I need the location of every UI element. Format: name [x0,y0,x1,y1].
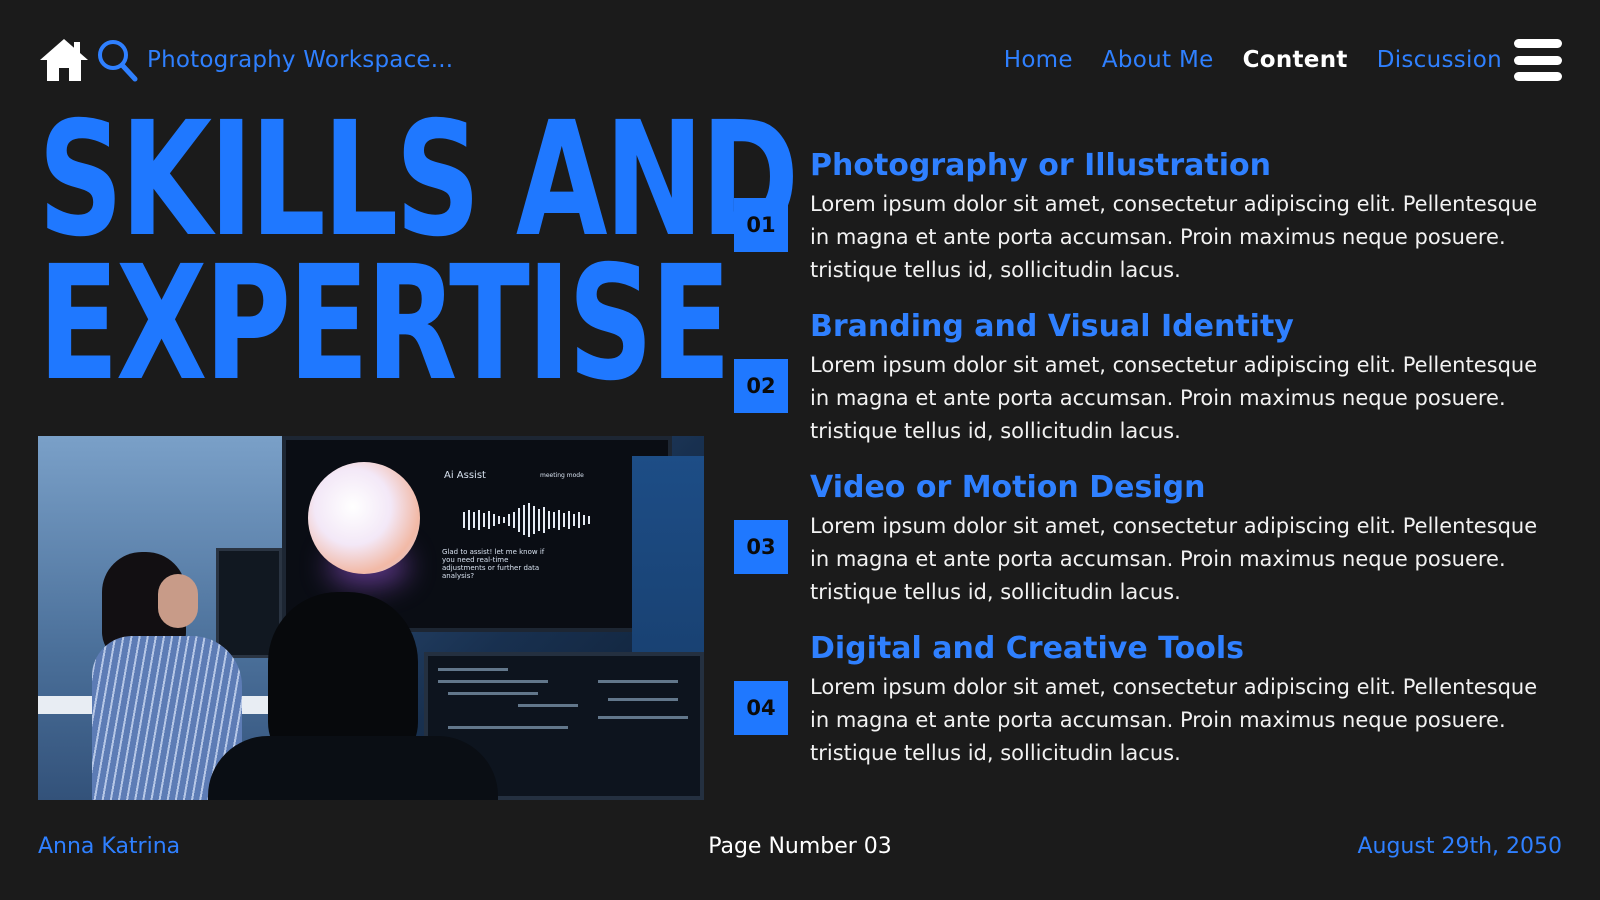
skill-item: 02 Branding and Visual Identity Lorem ip… [734,297,1564,458]
footer: Anna Katrina Page Number 03 August 29th,… [38,830,1562,862]
photo-screen-message: Glad to assist! let me know if you need … [442,548,545,580]
skill-number-badge: 01 [734,197,788,252]
photo-screen-mode: meeting mode [540,472,584,479]
slide-page: Photography Workspace... Home About Me C… [0,0,1600,900]
photo-code-line [438,680,548,683]
skill-number-badge: 04 [734,680,788,735]
footer-date: August 29th, 2050 [1357,833,1562,859]
skill-description: Lorem ipsum dolor sit amet, consectetur … [810,514,1538,604]
brand: Photography Workspace... [38,36,453,84]
photo-orb [308,462,420,574]
nav-discussion[interactable]: Discussion [1377,47,1502,73]
skill-number-badge: 03 [734,519,788,574]
photo-screen-label: Ai Assist [444,470,486,481]
audio-waveform-icon [463,503,590,537]
photo-code-line [518,704,578,707]
nav-about-me[interactable]: About Me [1102,47,1214,73]
page-title: SKILLS AND EXPERTISE [38,88,799,416]
skill-number-badge: 02 [734,358,788,413]
skill-title: Branding and Visual Identity [810,309,1294,344]
author-name: Anna Katrina [38,833,181,859]
menu-bar [1514,55,1562,65]
workspace-title: Photography Workspace... [147,47,454,73]
photo-code-line [448,692,538,695]
photo-person-shoulders [208,736,498,800]
nav-content[interactable]: Content [1243,47,1348,73]
photo-code-line [598,680,678,683]
skill-text: Branding and Visual Identity Lorem ipsum… [810,307,1560,448]
hamburger-menu-icon[interactable] [1514,39,1562,81]
page-title-line-1: SKILLS AND [38,88,799,272]
skill-description: Lorem ipsum dolor sit amet, consectetur … [810,192,1538,282]
page-number: Page Number 03 [708,833,892,859]
photo-code-line [608,698,678,701]
photo-person-face [158,574,198,628]
workspace-photo: Ai Assist meeting mode Glad to assist! l… [38,436,704,800]
skill-title: Digital and Creative Tools [810,631,1244,666]
skill-title: Photography or Illustration [810,148,1272,183]
page-title-line-2: EXPERTISE [38,232,731,416]
photo-code-line [448,726,568,729]
search-icon[interactable] [96,38,138,82]
photo-code-line [438,668,508,671]
skill-text: Photography or Illustration Lorem ipsum … [810,146,1560,287]
top-bar: Photography Workspace... Home About Me C… [38,34,1562,86]
home-icon[interactable] [38,36,90,84]
skill-item: 01 Photography or Illustration Lorem ips… [734,136,1564,297]
skills-list: 01 Photography or Illustration Lorem ips… [734,136,1564,780]
main-nav: Home About Me Content Discussion [975,39,1562,81]
skill-description: Lorem ipsum dolor sit amet, consectetur … [810,353,1538,443]
skill-text: Digital and Creative Tools Lorem ipsum d… [810,629,1560,770]
skill-title: Video or Motion Design [810,470,1206,505]
skill-item: 04 Digital and Creative Tools Lorem ipsu… [734,619,1564,780]
nav-home[interactable]: Home [1004,47,1073,73]
skill-description: Lorem ipsum dolor sit amet, consectetur … [810,675,1538,765]
skill-item: 03 Video or Motion Design Lorem ipsum do… [734,458,1564,619]
skill-text: Video or Motion Design Lorem ipsum dolor… [810,468,1560,609]
menu-bar [1514,72,1562,81]
menu-bar [1514,39,1562,48]
photo-code-line [598,716,688,719]
